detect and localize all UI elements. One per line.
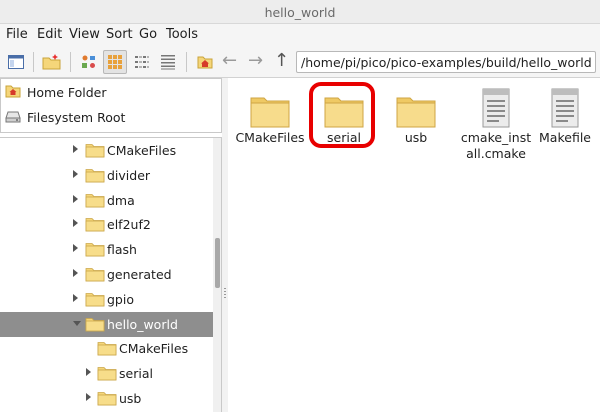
folder-icon [97, 390, 117, 409]
tree-item-label: flash [107, 242, 137, 258]
tree-item[interactable]: divider [0, 163, 213, 188]
menu-go[interactable]: Go [139, 27, 157, 42]
home-icon[interactable] [193, 50, 217, 74]
tree-item[interactable]: elf2uf2 [0, 212, 213, 237]
chevron-right-icon[interactable] [73, 169, 78, 178]
file-name: cmake_install.cmake [460, 130, 532, 161]
splitter-grip [224, 288, 226, 298]
tree-item[interactable]: dma [0, 188, 213, 213]
folder-item[interactable]: CMakeFiles [231, 84, 309, 146]
chevron-right-icon[interactable] [73, 244, 78, 253]
folder-item[interactable]: usb [377, 84, 455, 146]
place-label: Home Folder [27, 84, 107, 100]
folder-icon [85, 316, 105, 335]
menu-file[interactable]: File [6, 27, 28, 42]
forward-arrow-icon[interactable]: → [248, 49, 263, 73]
chevron-right-icon[interactable] [86, 368, 91, 377]
folder-icon [97, 340, 117, 359]
folder-icon [85, 266, 105, 285]
file-item[interactable]: cmake_install.cmake [457, 84, 535, 162]
window-title: hello_world [264, 5, 336, 20]
drive-icon [5, 109, 21, 126]
thumbnail-view-icon[interactable] [103, 50, 127, 74]
back-arrow-icon[interactable]: ← [222, 49, 237, 73]
folder-icon [231, 84, 309, 128]
chevron-right-icon[interactable] [73, 219, 78, 228]
place-home-folder[interactable]: Home Folder [5, 82, 107, 102]
tree-item[interactable]: usb [0, 386, 213, 411]
tree-item[interactable]: gpio [0, 287, 213, 312]
menu-edit[interactable]: Edit [37, 27, 62, 42]
document-icon [457, 84, 535, 128]
tree-item[interactable]: flash [0, 237, 213, 262]
menu-tools[interactable]: Tools [166, 27, 198, 42]
tree-item-label: usb [119, 391, 142, 406]
chevron-right-icon[interactable] [73, 145, 78, 153]
file-item[interactable]: Makefile [526, 84, 600, 146]
tree-item-label: dma [107, 192, 135, 208]
file-view: CMakeFiles serial usb cmake_install.cmake Ma… [228, 78, 600, 412]
directory-tree: CMakeFiles divider dma elf2uf2 flash generate… [0, 137, 222, 412]
file-name: usb [404, 130, 428, 145]
folder-icon [85, 142, 105, 161]
file-name: CMakeFiles [235, 130, 305, 145]
home-icon [5, 84, 21, 101]
menu-sort[interactable]: Sort [106, 27, 133, 42]
folder-icon [97, 365, 117, 384]
menu-view[interactable]: View [69, 27, 100, 42]
tree-item[interactable]: CMakeFiles [0, 138, 213, 163]
tree-item-label: elf2uf2 [107, 217, 151, 233]
folder-icon [377, 84, 455, 128]
document-icon [526, 84, 600, 128]
tree-item[interactable]: hello_world [0, 311, 213, 337]
tree-item[interactable]: generated [0, 262, 213, 287]
folder-icon [85, 192, 105, 211]
chevron-right-icon[interactable] [73, 293, 78, 302]
new-folder-icon[interactable] [40, 50, 64, 74]
chevron-right-icon[interactable] [73, 194, 78, 203]
folder-icon [85, 241, 105, 260]
tree-item-label: CMakeFiles [107, 143, 177, 158]
tree-item-label: CMakeFiles [119, 341, 189, 357]
folder-icon [85, 216, 105, 235]
chevron-right-icon[interactable] [86, 393, 91, 401]
toolbar-separator [70, 52, 71, 72]
icon-view-icon[interactable] [77, 50, 101, 74]
tree-item-label: generated [107, 267, 172, 282]
tree-item[interactable]: serial [0, 361, 213, 386]
annotation-highlight [309, 82, 375, 148]
place-label: Filesystem Root [27, 109, 126, 125]
tree-item-label: serial [119, 366, 153, 382]
toolbar: ← → ↑ /home/pi/pico/pico-examples/build/… [0, 46, 600, 78]
title-bar: hello_world [0, 0, 600, 24]
menu-bar: File Edit View Sort Go Tools [0, 24, 600, 46]
tree-item-label: gpio [107, 291, 134, 307]
file-name: Makefile [539, 130, 591, 145]
new-window-icon[interactable] [4, 50, 28, 74]
tree-item-label: hello_world [107, 316, 178, 332]
folder-icon [85, 167, 105, 186]
folder-icon [85, 291, 105, 310]
chevron-down-icon[interactable] [73, 320, 81, 326]
places-panel: Home Folder Filesystem Root [0, 78, 222, 133]
compact-view-icon[interactable] [130, 50, 154, 74]
tree-item-label: divider [107, 167, 151, 183]
chevron-right-icon[interactable] [73, 269, 78, 277]
place-filesystem-root[interactable]: Filesystem Root [5, 107, 125, 127]
tree-scrollbar[interactable] [213, 138, 221, 412]
toolbar-separator [186, 52, 187, 72]
up-arrow-icon[interactable]: ↑ [274, 49, 289, 73]
list-view-icon[interactable] [156, 50, 180, 74]
path-input[interactable]: /home/pi/pico/pico-examples/build/hello_… [296, 51, 596, 73]
scrollbar-thumb[interactable] [215, 238, 220, 288]
toolbar-separator [33, 52, 34, 72]
tree-item[interactable]: CMakeFiles [0, 336, 213, 361]
